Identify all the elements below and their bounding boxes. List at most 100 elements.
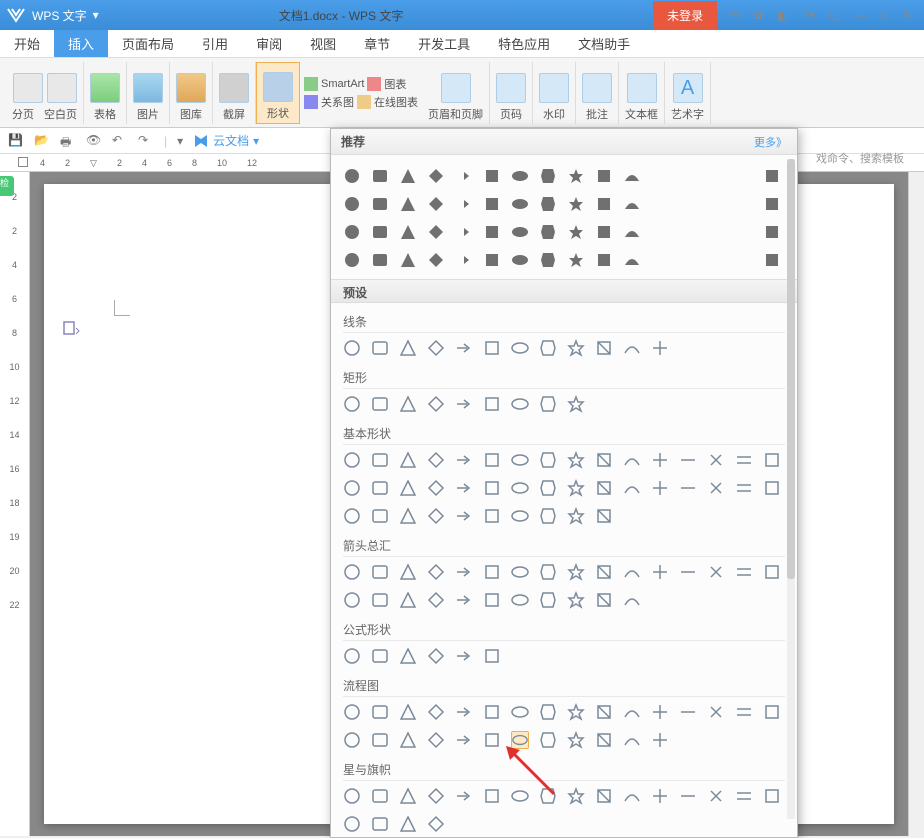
- shape-icon[interactable]: [371, 815, 389, 833]
- shape-icon[interactable]: [623, 703, 641, 721]
- shape-icon[interactable]: [399, 167, 417, 185]
- minimize-icon[interactable]: —: [855, 8, 867, 22]
- shape-icon[interactable]: [567, 731, 585, 749]
- shape-icon[interactable]: [371, 251, 389, 269]
- shape-icon[interactable]: [371, 195, 389, 213]
- shape-icon[interactable]: [539, 167, 557, 185]
- shape-icon[interactable]: [651, 787, 669, 805]
- shape-icon[interactable]: [567, 591, 585, 609]
- shape-icon[interactable]: [455, 395, 473, 413]
- shape-icon[interactable]: [427, 731, 445, 749]
- shape-icon[interactable]: [511, 395, 529, 413]
- shape-icon[interactable]: [623, 591, 641, 609]
- shape-icon[interactable]: [371, 563, 389, 581]
- shape-icon[interactable]: [511, 703, 529, 721]
- shape-icon[interactable]: [427, 591, 445, 609]
- shape-icon[interactable]: [567, 195, 585, 213]
- shape-icon[interactable]: [651, 339, 669, 357]
- shape-icon[interactable]: [399, 195, 417, 213]
- shape-icon[interactable]: [343, 451, 361, 469]
- shape-icon[interactable]: [539, 251, 557, 269]
- shape-icon[interactable]: [399, 731, 417, 749]
- shape-icon[interactable]: [623, 223, 641, 241]
- shape-icon[interactable]: [511, 223, 529, 241]
- shape-icon[interactable]: [595, 563, 613, 581]
- shape-icon[interactable]: [707, 195, 725, 213]
- ribbon-pagenum[interactable]: 页码: [490, 62, 533, 124]
- shape-icon[interactable]: [427, 223, 445, 241]
- shape-icon[interactable]: [623, 339, 641, 357]
- shape-icon[interactable]: [483, 167, 501, 185]
- shape-icon[interactable]: [763, 251, 781, 269]
- shape-icon[interactable]: [371, 507, 389, 525]
- shape-icon[interactable]: [399, 395, 417, 413]
- tab-special[interactable]: 特色应用: [484, 30, 564, 57]
- shape-icon[interactable]: [343, 195, 361, 213]
- shape-icon[interactable]: [399, 451, 417, 469]
- check-button[interactable]: 检: [0, 176, 14, 196]
- shape-icon[interactable]: [707, 703, 725, 721]
- shape-icon[interactable]: [567, 451, 585, 469]
- shape-icon[interactable]: [483, 395, 501, 413]
- shape-icon[interactable]: [707, 451, 725, 469]
- shape-icon[interactable]: [483, 451, 501, 469]
- shape-icon[interactable]: [343, 479, 361, 497]
- shape-icon[interactable]: [399, 251, 417, 269]
- shape-icon[interactable]: [399, 815, 417, 833]
- shape-icon[interactable]: [427, 479, 445, 497]
- dropdown-icon[interactable]: ▾: [177, 134, 183, 148]
- shape-icon[interactable]: [595, 507, 613, 525]
- shape-icon[interactable]: [371, 223, 389, 241]
- shape-icon[interactable]: [735, 223, 753, 241]
- shape-icon[interactable]: [707, 563, 725, 581]
- shape-icon[interactable]: [679, 251, 697, 269]
- shape-icon[interactable]: [399, 591, 417, 609]
- tab-insert[interactable]: 插入: [54, 30, 108, 57]
- ribbon-header[interactable]: 页眉和页脚: [422, 62, 490, 124]
- shape-icon[interactable]: [763, 223, 781, 241]
- shape-icon[interactable]: [679, 703, 697, 721]
- shape-icon[interactable]: [483, 563, 501, 581]
- shape-icon[interactable]: [455, 731, 473, 749]
- shape-icon[interactable]: [707, 251, 725, 269]
- shape-icon[interactable]: [455, 167, 473, 185]
- shape-icon[interactable]: [511, 451, 529, 469]
- shape-icon[interactable]: [483, 731, 501, 749]
- shape-icon[interactable]: [623, 479, 641, 497]
- shape-icon[interactable]: [371, 647, 389, 665]
- shape-icon[interactable]: [455, 787, 473, 805]
- shape-icon[interactable]: [707, 479, 725, 497]
- shape-icon[interactable]: [539, 479, 557, 497]
- ribbon-page[interactable]: 分页空白页: [6, 62, 84, 124]
- shape-icon[interactable]: [679, 167, 697, 185]
- shape-icon[interactable]: [567, 395, 585, 413]
- shape-icon[interactable]: [399, 703, 417, 721]
- shape-icon[interactable]: [427, 787, 445, 805]
- shape-icon[interactable]: [651, 223, 669, 241]
- shape-icon[interactable]: [595, 591, 613, 609]
- restore-icon[interactable]: ▢: [829, 8, 840, 22]
- shape-icon[interactable]: [539, 787, 557, 805]
- shape-icon[interactable]: [623, 251, 641, 269]
- open-icon[interactable]: 📂: [34, 133, 50, 149]
- tab-review[interactable]: 审阅: [242, 30, 296, 57]
- shape-icon[interactable]: [371, 395, 389, 413]
- shape-icon[interactable]: [651, 479, 669, 497]
- shape-icon[interactable]: [343, 647, 361, 665]
- ruler-tab-stop[interactable]: [18, 157, 28, 167]
- shape-icon[interactable]: [427, 703, 445, 721]
- shape-icon[interactable]: [539, 703, 557, 721]
- shape-icon[interactable]: [595, 451, 613, 469]
- shape-icon[interactable]: [343, 507, 361, 525]
- shape-icon[interactable]: [343, 251, 361, 269]
- shape-icon[interactable]: [707, 223, 725, 241]
- shape-icon[interactable]: [651, 451, 669, 469]
- shape-icon[interactable]: [455, 223, 473, 241]
- maximize-icon[interactable]: □: [881, 8, 888, 22]
- shape-icon[interactable]: [567, 787, 585, 805]
- save-icon[interactable]: 💾: [8, 133, 24, 149]
- shape-icon[interactable]: [567, 223, 585, 241]
- cloud-doc-button[interactable]: 云文档▾: [193, 132, 259, 149]
- shape-icon[interactable]: [735, 787, 753, 805]
- shape-icon[interactable]: [343, 591, 361, 609]
